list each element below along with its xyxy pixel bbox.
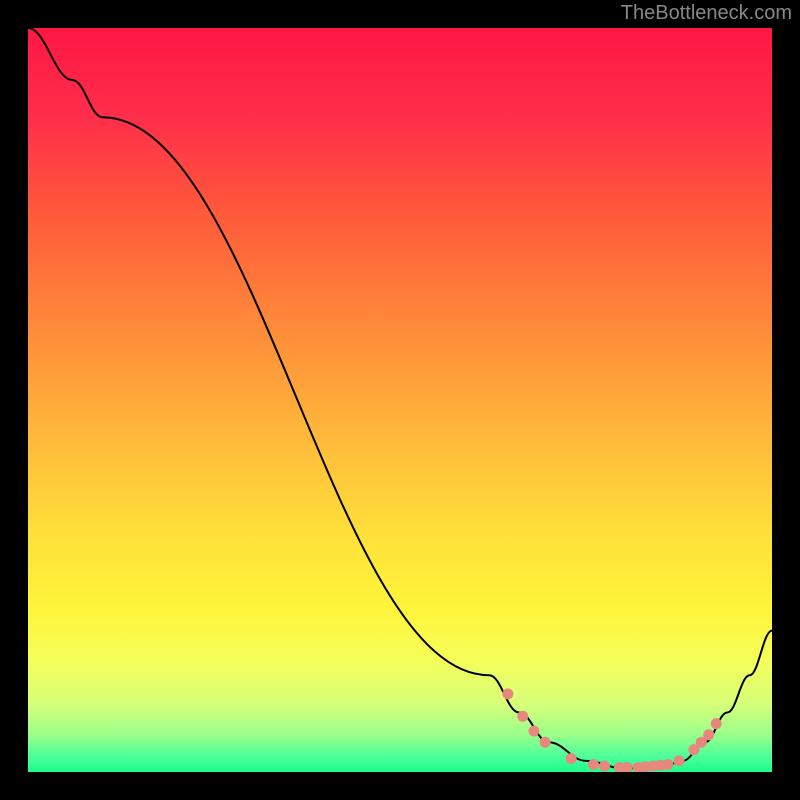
data-dot [674, 755, 685, 766]
plot-area [28, 28, 772, 772]
data-dot [502, 688, 513, 699]
data-dot [517, 711, 528, 722]
bottleneck-curve [28, 28, 772, 768]
data-dot [540, 737, 551, 748]
data-dot [703, 729, 714, 740]
chart-container: TheBottleneck.com [0, 0, 800, 800]
data-dot [599, 761, 610, 772]
data-dot [588, 759, 599, 770]
watermark-text: TheBottleneck.com [621, 2, 792, 25]
data-dot [528, 726, 539, 737]
curve-overlay [28, 28, 772, 772]
data-dot [711, 718, 722, 729]
data-dots [502, 688, 721, 772]
data-dot [662, 759, 673, 770]
data-dot [566, 753, 577, 764]
